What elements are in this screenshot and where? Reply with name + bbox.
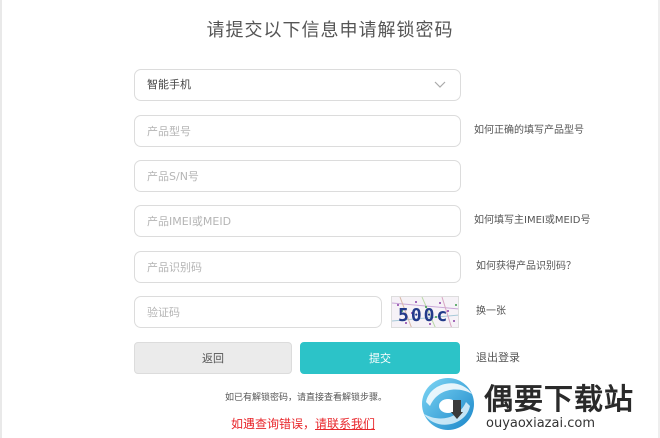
captcha-text: 500c	[398, 305, 449, 326]
captcha-image[interactable]: 500c	[391, 296, 459, 328]
imei-input[interactable]	[134, 205, 461, 237]
left-border	[0, 0, 2, 438]
model-help-link[interactable]: 如何正确的填写产品型号	[474, 124, 584, 138]
product-id-help-link[interactable]: 如何获得产品识别码？	[476, 260, 576, 274]
model-input[interactable]	[134, 115, 461, 147]
watermark-site-name: 偶要下载站	[484, 382, 635, 416]
product-id-input[interactable]	[134, 251, 461, 283]
captcha-refresh-link[interactable]: 换一张	[476, 305, 506, 319]
page-title: 请提交以下信息申请解锁密码	[206, 20, 454, 41]
error-prefix-text: 如遇查询错误，	[230, 417, 315, 431]
site-logo	[422, 378, 474, 430]
submit-button[interactable]: 提交	[300, 342, 460, 374]
watermark-domain: ouyaoxiazai.com	[486, 416, 595, 431]
serial-input[interactable]	[134, 160, 461, 192]
device-type-value: 智能手机	[147, 78, 191, 91]
chevron-down-icon	[434, 81, 446, 88]
contact-us-link[interactable]: 请联系我们	[315, 417, 375, 431]
logout-link[interactable]: 退出登录	[476, 351, 520, 365]
back-button[interactable]: 返回	[134, 342, 292, 374]
site-watermark: 偶要下载站 ouyaoxiazai.com	[416, 372, 656, 434]
captcha-input[interactable]	[134, 296, 382, 328]
imei-help-link[interactable]: 如何填写主IMEI或MEID号	[474, 214, 590, 228]
device-type-select[interactable]: 智能手机	[134, 69, 461, 101]
